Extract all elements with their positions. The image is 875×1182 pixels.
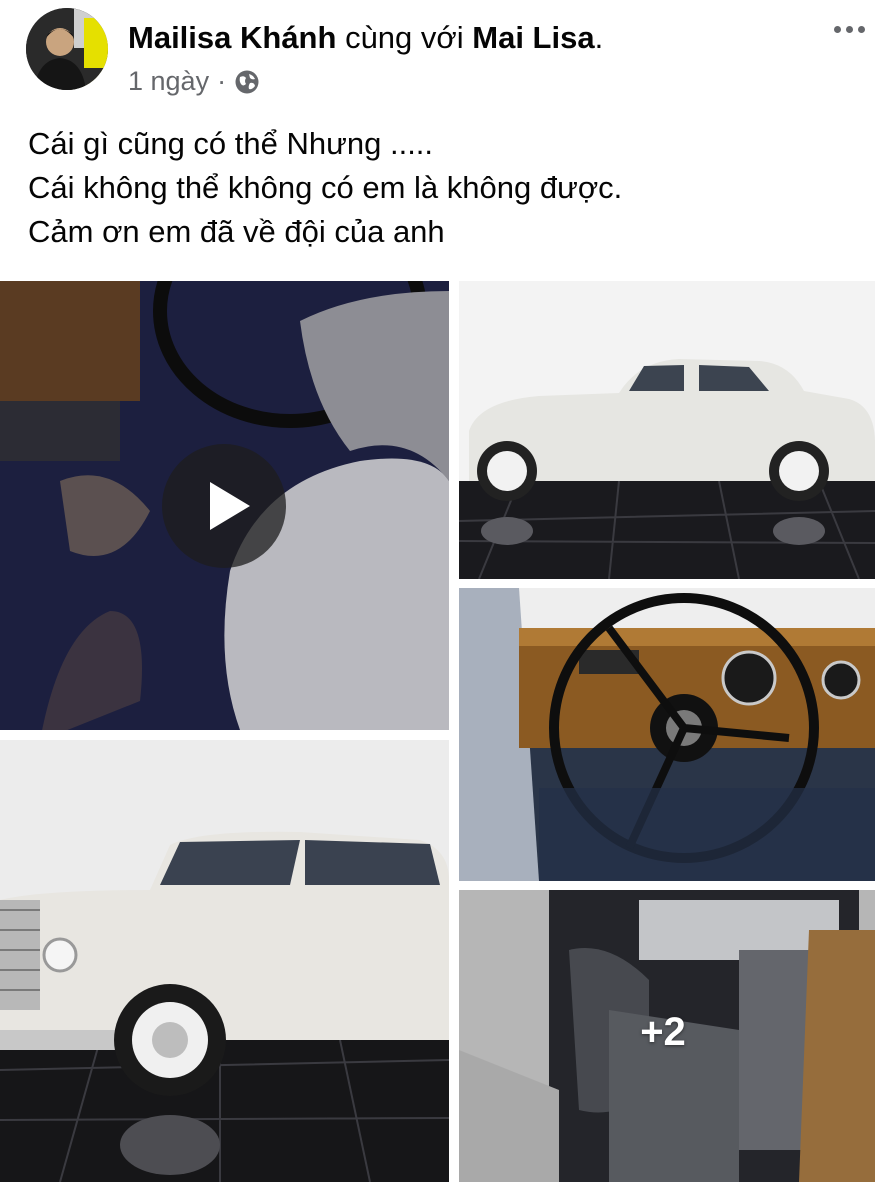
play-icon[interactable]: [162, 444, 286, 568]
globe-icon[interactable]: [234, 69, 260, 95]
post-header: Mailisa Khánh cùng với Mai Lisa. 1 ngày …: [0, 0, 875, 110]
author-name[interactable]: Mailisa Khánh: [128, 20, 336, 55]
with-text: cùng với: [345, 20, 464, 55]
more-options-icon[interactable]: [827, 14, 871, 44]
post-text-line: Cái gì cũng có thể Nhưng .....: [28, 126, 434, 161]
more-photos-overlay[interactable]: +2: [459, 890, 875, 1182]
more-photos-count: +2: [640, 1009, 686, 1054]
post-text-line: Cảm ơn em đã về đội của anh: [28, 214, 445, 249]
tagged-name[interactable]: Mai Lisa: [472, 20, 594, 55]
period: .: [594, 20, 604, 55]
meta-separator: ·: [217, 66, 227, 96]
car-front-photo[interactable]: [0, 740, 449, 1182]
dashboard-photo[interactable]: [459, 588, 875, 881]
post-text-line: Cái không thể không có em là không được.: [28, 170, 623, 205]
post-time[interactable]: 1 ngày: [128, 66, 209, 97]
car-side-photo[interactable]: [459, 281, 875, 579]
author-line: Mailisa Khánh cùng với Mai Lisa.: [128, 18, 603, 58]
post-text: Cái gì cũng có thể Nhưng ..... Cái không…: [28, 122, 622, 254]
post-meta: 1 ngày ·: [128, 66, 260, 97]
author-avatar[interactable]: [26, 8, 108, 90]
